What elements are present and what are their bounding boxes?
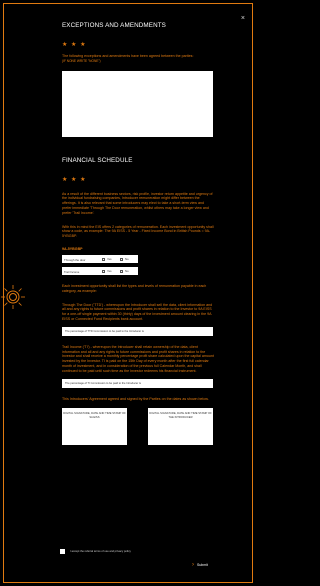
star-rating-icon: ★ ★ ★ (62, 42, 87, 48)
consent-label: I accept the referral terms of use and p… (70, 550, 131, 553)
signature-row: DIGITAL SIGNATURE, DATE AND TIME STAMP O… (62, 408, 213, 446)
form-content: EXCEPTIONS AND AMENDMENTS ★ ★ ★ The foll… (62, 22, 214, 446)
checkbox-icon[interactable] (120, 269, 123, 273)
exceptions-note: (IF NONE WRITE "NONE") (62, 58, 101, 63)
code-label: 9A-5YBGBP (62, 246, 83, 251)
close-icon[interactable]: × (241, 15, 245, 22)
financial-title: FINANCIAL SCHEDULE (62, 156, 133, 164)
submit-button[interactable]: › Submit (192, 562, 208, 568)
financial-para-5: Trail Income ('TI') - whereupon the Intr… (62, 344, 214, 373)
yes-option[interactable]: Yes (102, 269, 112, 273)
signature-9a-eiss[interactable]: DIGITAL SIGNATURE, DATE AND TIME STAMP O… (62, 408, 127, 446)
no-option[interactable]: No (120, 269, 129, 273)
option-trail-income: Trail Income Yes No (62, 266, 138, 275)
financial-para-1: As a result of the different business se… (62, 191, 213, 215)
financial-para-3: Each investment opportunity shall list t… (62, 283, 207, 293)
checkbox-icon[interactable] (120, 257, 123, 261)
yes-option[interactable]: Yes (102, 257, 112, 261)
exceptions-title: EXCEPTIONS AND AMENDMENTS (62, 22, 166, 29)
financial-para-4: Through The Door ('TTD') - whereupon the… (62, 302, 213, 321)
ti-percentage-field[interactable]: The percentage of TI Commission to be pa… (62, 378, 213, 388)
consent-row[interactable]: I accept the referral terms of use and p… (60, 549, 131, 554)
checkbox-icon[interactable] (102, 269, 105, 273)
financial-para-2: With this in mind the EIS offers 2 categ… (62, 224, 214, 239)
ttd-percentage-field[interactable]: The percentage of TTD Commission to be p… (62, 326, 213, 336)
consent-checkbox[interactable] (60, 549, 65, 554)
signature-introducer[interactable]: DIGITAL SIGNATURE, DATE AND TIME STAMP O… (148, 408, 213, 446)
star-rating-icon: ★ ★ ★ (62, 176, 87, 183)
option-label: Trail Income (64, 269, 80, 274)
option-label: Through the door (64, 257, 86, 262)
no-option[interactable]: No (120, 257, 129, 261)
financial-para-6: This Introducers' Agreement agreed and s… (62, 396, 209, 401)
submit-label: Submit (197, 563, 208, 567)
sun-icon (1, 285, 25, 309)
option-through-the-door: Through the door Yes No (62, 254, 138, 263)
exceptions-textarea[interactable] (62, 70, 213, 137)
chevron-right-icon: › (192, 562, 194, 568)
checkbox-icon[interactable] (102, 257, 105, 261)
